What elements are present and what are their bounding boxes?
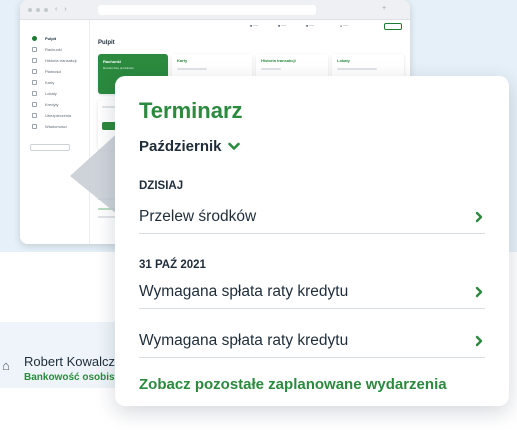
mini-header-link: ■ ── <box>306 24 315 28</box>
mini-nav-item: Wiadomości <box>32 122 89 130</box>
back-icon: ‹ <box>55 6 58 13</box>
chevron-right-icon <box>475 335 483 346</box>
mini-nav-item: Płatności <box>32 67 89 75</box>
mini-card-title: Rachunki <box>103 59 122 64</box>
event-row[interactable]: Przelew środków <box>139 200 485 234</box>
chevron-down-icon <box>227 142 240 150</box>
mini-nav-item: Historia transakcji <box>32 56 89 64</box>
mini-header: ■ ── ■ ── ■ ── ● ── <box>90 20 410 34</box>
mini-nav-item: Karty <box>32 78 89 86</box>
deposit-icon <box>32 90 37 96</box>
mini-header-link: ■ ── <box>278 24 287 28</box>
section-label-date: 31 PAŹ 2021 <box>139 259 206 271</box>
mini-nav-item: Lokaty <box>32 89 89 97</box>
mini-header-user: ● ── <box>340 24 349 28</box>
mini-line <box>177 68 207 70</box>
month-label: Październik <box>139 138 222 155</box>
mini-card-title: Karty <box>177 58 188 63</box>
page: ‹ › + Pulpit Rachunki Historia transakcj… <box>0 0 517 430</box>
mini-nav-label: Lokaty <box>45 90 57 96</box>
history-icon <box>32 57 37 63</box>
mini-line <box>337 68 377 70</box>
loan-icon <box>32 101 37 107</box>
mini-logout-button <box>384 23 402 30</box>
section-label-today: DZISIAJ <box>139 180 184 192</box>
event-label: Wymagana spłata raty kredytu <box>139 282 349 300</box>
forward-icon: › <box>64 6 67 13</box>
wallet-icon <box>32 46 37 52</box>
payment-icon <box>32 68 37 74</box>
account-type: Bankowość osobista <box>24 372 124 383</box>
event-label: Wymagana spłata raty kredytu <box>139 331 349 349</box>
mini-nav-item: Ubezpieczenia <box>32 111 89 119</box>
mini-nav-label: Wiadomości <box>45 123 67 129</box>
account-snippet: ⌂ Robert Kowalczyk Bankowość osobista <box>0 322 130 388</box>
mini-line <box>261 68 281 70</box>
see-more-events-link[interactable]: Zobacz pozostałe zaplanowane wydarzenia <box>139 376 447 393</box>
mini-card-title: Historia transakcji <box>261 58 296 63</box>
mini-card-subtitle: Rozwiń listę produktów <box>103 66 134 70</box>
mini-header-link: ■ ── <box>250 24 259 28</box>
calendar-title: Terminarz <box>139 98 243 123</box>
account-name: Robert Kowalczyk <box>24 354 129 369</box>
event-row[interactable]: Wymagana spłata raty kredytu <box>139 324 485 358</box>
mini-select <box>30 144 70 151</box>
user-icon: ⌂ <box>2 358 10 373</box>
mini-nav-label: Ubezpieczenia <box>45 112 72 118</box>
window-dot-icon <box>36 7 40 12</box>
mini-nav-label: Pulpit <box>45 35 57 41</box>
mini-nav-item: Kredyty <box>32 100 89 108</box>
mini-nav-item: Rachunki <box>32 45 89 53</box>
card-icon <box>32 79 37 85</box>
chevron-right-icon <box>475 286 483 297</box>
insurance-icon <box>32 112 37 118</box>
window-dot-icon <box>44 7 48 12</box>
mini-nav-label: Historia transakcji <box>45 57 77 63</box>
mini-card-title: Lokaty <box>337 58 350 63</box>
mini-nav-label: Kredyty <box>45 101 59 107</box>
mini-nav-label: Rachunki <box>45 46 62 52</box>
home-icon <box>32 35 37 41</box>
mini-nav-label: Karty <box>45 79 55 85</box>
month-selector[interactable]: Październik <box>139 138 240 155</box>
add-tab-icon: + <box>382 5 387 12</box>
mini-sidebar: Pulpit Rachunki Historia transakcji Płat… <box>20 20 90 244</box>
window-dot-icon <box>28 7 32 12</box>
event-label: Przelew środków <box>139 207 257 225</box>
url-bar <box>98 5 316 15</box>
message-icon <box>32 123 37 129</box>
event-row[interactable]: Wymagana spłata raty kredytu <box>139 275 485 309</box>
chevron-right-icon <box>475 211 483 222</box>
calendar-card: Terminarz Październik DZISIAJ Przelew śr… <box>115 76 509 406</box>
mini-nav-label: Płatności <box>45 68 62 74</box>
mini-nav-item: Pulpit <box>32 34 89 42</box>
mini-page-title: Pulpit <box>98 40 115 46</box>
